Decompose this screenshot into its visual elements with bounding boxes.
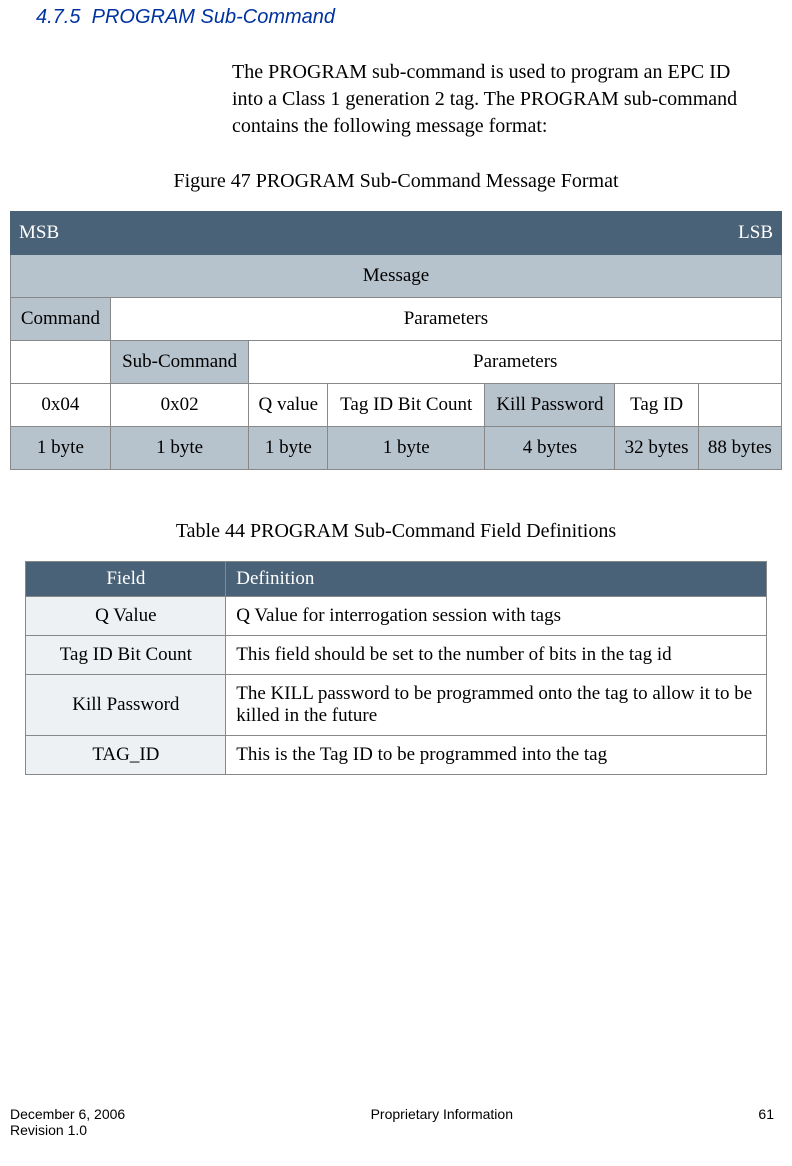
- field-name: Q Value: [26, 597, 226, 636]
- val-4: Kill Password: [485, 384, 615, 427]
- table-row: Kill Password The KILL password to be pr…: [26, 675, 766, 736]
- parameters2-cell: Parameters: [249, 341, 782, 384]
- field-def: This field should be set to the number o…: [226, 636, 766, 675]
- lsb-label: LSB: [485, 212, 782, 255]
- size-2: 1 byte: [249, 427, 328, 470]
- val-1: 0x02: [110, 384, 249, 427]
- msb-lsb-row: MSB LSB: [11, 212, 782, 255]
- field-definitions-table: Field Definition Q Value Q Value for int…: [25, 561, 766, 775]
- page-footer: December 6, 2006 Revision 1.0 Proprietar…: [10, 1106, 774, 1138]
- section-heading: 4.7.5 PROGRAM Sub-Command: [36, 6, 782, 29]
- val-5: Tag ID: [615, 384, 698, 427]
- subcommand-row: Sub-Command Parameters: [11, 341, 782, 384]
- size-4: 4 bytes: [485, 427, 615, 470]
- footer-page: 61: [758, 1106, 774, 1138]
- table-caption: Table 44 PROGRAM Sub-Command Field Defin…: [10, 520, 782, 543]
- size-0: 1 byte: [11, 427, 111, 470]
- blank-cell: [11, 341, 111, 384]
- field-def: This is the Tag ID to be programmed into…: [226, 736, 766, 775]
- val-6: [698, 384, 781, 427]
- def-header-definition: Definition: [226, 562, 766, 597]
- size-3: 1 byte: [328, 427, 485, 470]
- section-number: 4.7.5: [36, 6, 80, 28]
- val-2: Q value: [249, 384, 328, 427]
- table-row: TAG_ID This is the Tag ID to be programm…: [26, 736, 766, 775]
- size-1: 1 byte: [110, 427, 249, 470]
- intro-paragraph: The PROGRAM sub-command is used to progr…: [232, 59, 752, 140]
- footer-center: Proprietary Information: [125, 1106, 758, 1138]
- field-def: Q Value for interrogation session with t…: [226, 597, 766, 636]
- command-cell: Command: [11, 298, 111, 341]
- field-def: The KILL password to be programmed onto …: [226, 675, 766, 736]
- table-row: Tag ID Bit Count This field should be se…: [26, 636, 766, 675]
- sizes-row: 1 byte 1 byte 1 byte 1 byte 4 bytes 32 b…: [11, 427, 782, 470]
- page: 4.7.5 PROGRAM Sub-Command The PROGRAM su…: [0, 6, 792, 1166]
- values-row: 0x04 0x02 Q value Tag ID Bit Count Kill …: [11, 384, 782, 427]
- field-name: Tag ID Bit Count: [26, 636, 226, 675]
- size-6: 88 bytes: [698, 427, 781, 470]
- msb-label: MSB: [11, 212, 485, 255]
- parameters-cell: Parameters: [110, 298, 781, 341]
- def-header-row: Field Definition: [26, 562, 766, 597]
- def-header-field: Field: [26, 562, 226, 597]
- footer-date: December 6, 2006: [10, 1106, 125, 1122]
- message-row: Message: [11, 255, 782, 298]
- field-name: Kill Password: [26, 675, 226, 736]
- field-name: TAG_ID: [26, 736, 226, 775]
- table-row: Q Value Q Value for interrogation sessio…: [26, 597, 766, 636]
- section-title-text: PROGRAM Sub-Command: [92, 6, 335, 28]
- val-3: Tag ID Bit Count: [328, 384, 485, 427]
- size-5: 32 bytes: [615, 427, 698, 470]
- message-cell: Message: [11, 255, 782, 298]
- footer-left: December 6, 2006 Revision 1.0: [10, 1106, 125, 1138]
- val-0: 0x04: [11, 384, 111, 427]
- figure-caption: Figure 47 PROGRAM Sub-Command Message Fo…: [10, 170, 782, 193]
- sub-command-cell: Sub-Command: [110, 341, 249, 384]
- command-params-row: Command Parameters: [11, 298, 782, 341]
- footer-revision: Revision 1.0: [10, 1122, 87, 1138]
- message-format-table: MSB LSB Message Command Parameters Sub-C…: [10, 211, 782, 470]
